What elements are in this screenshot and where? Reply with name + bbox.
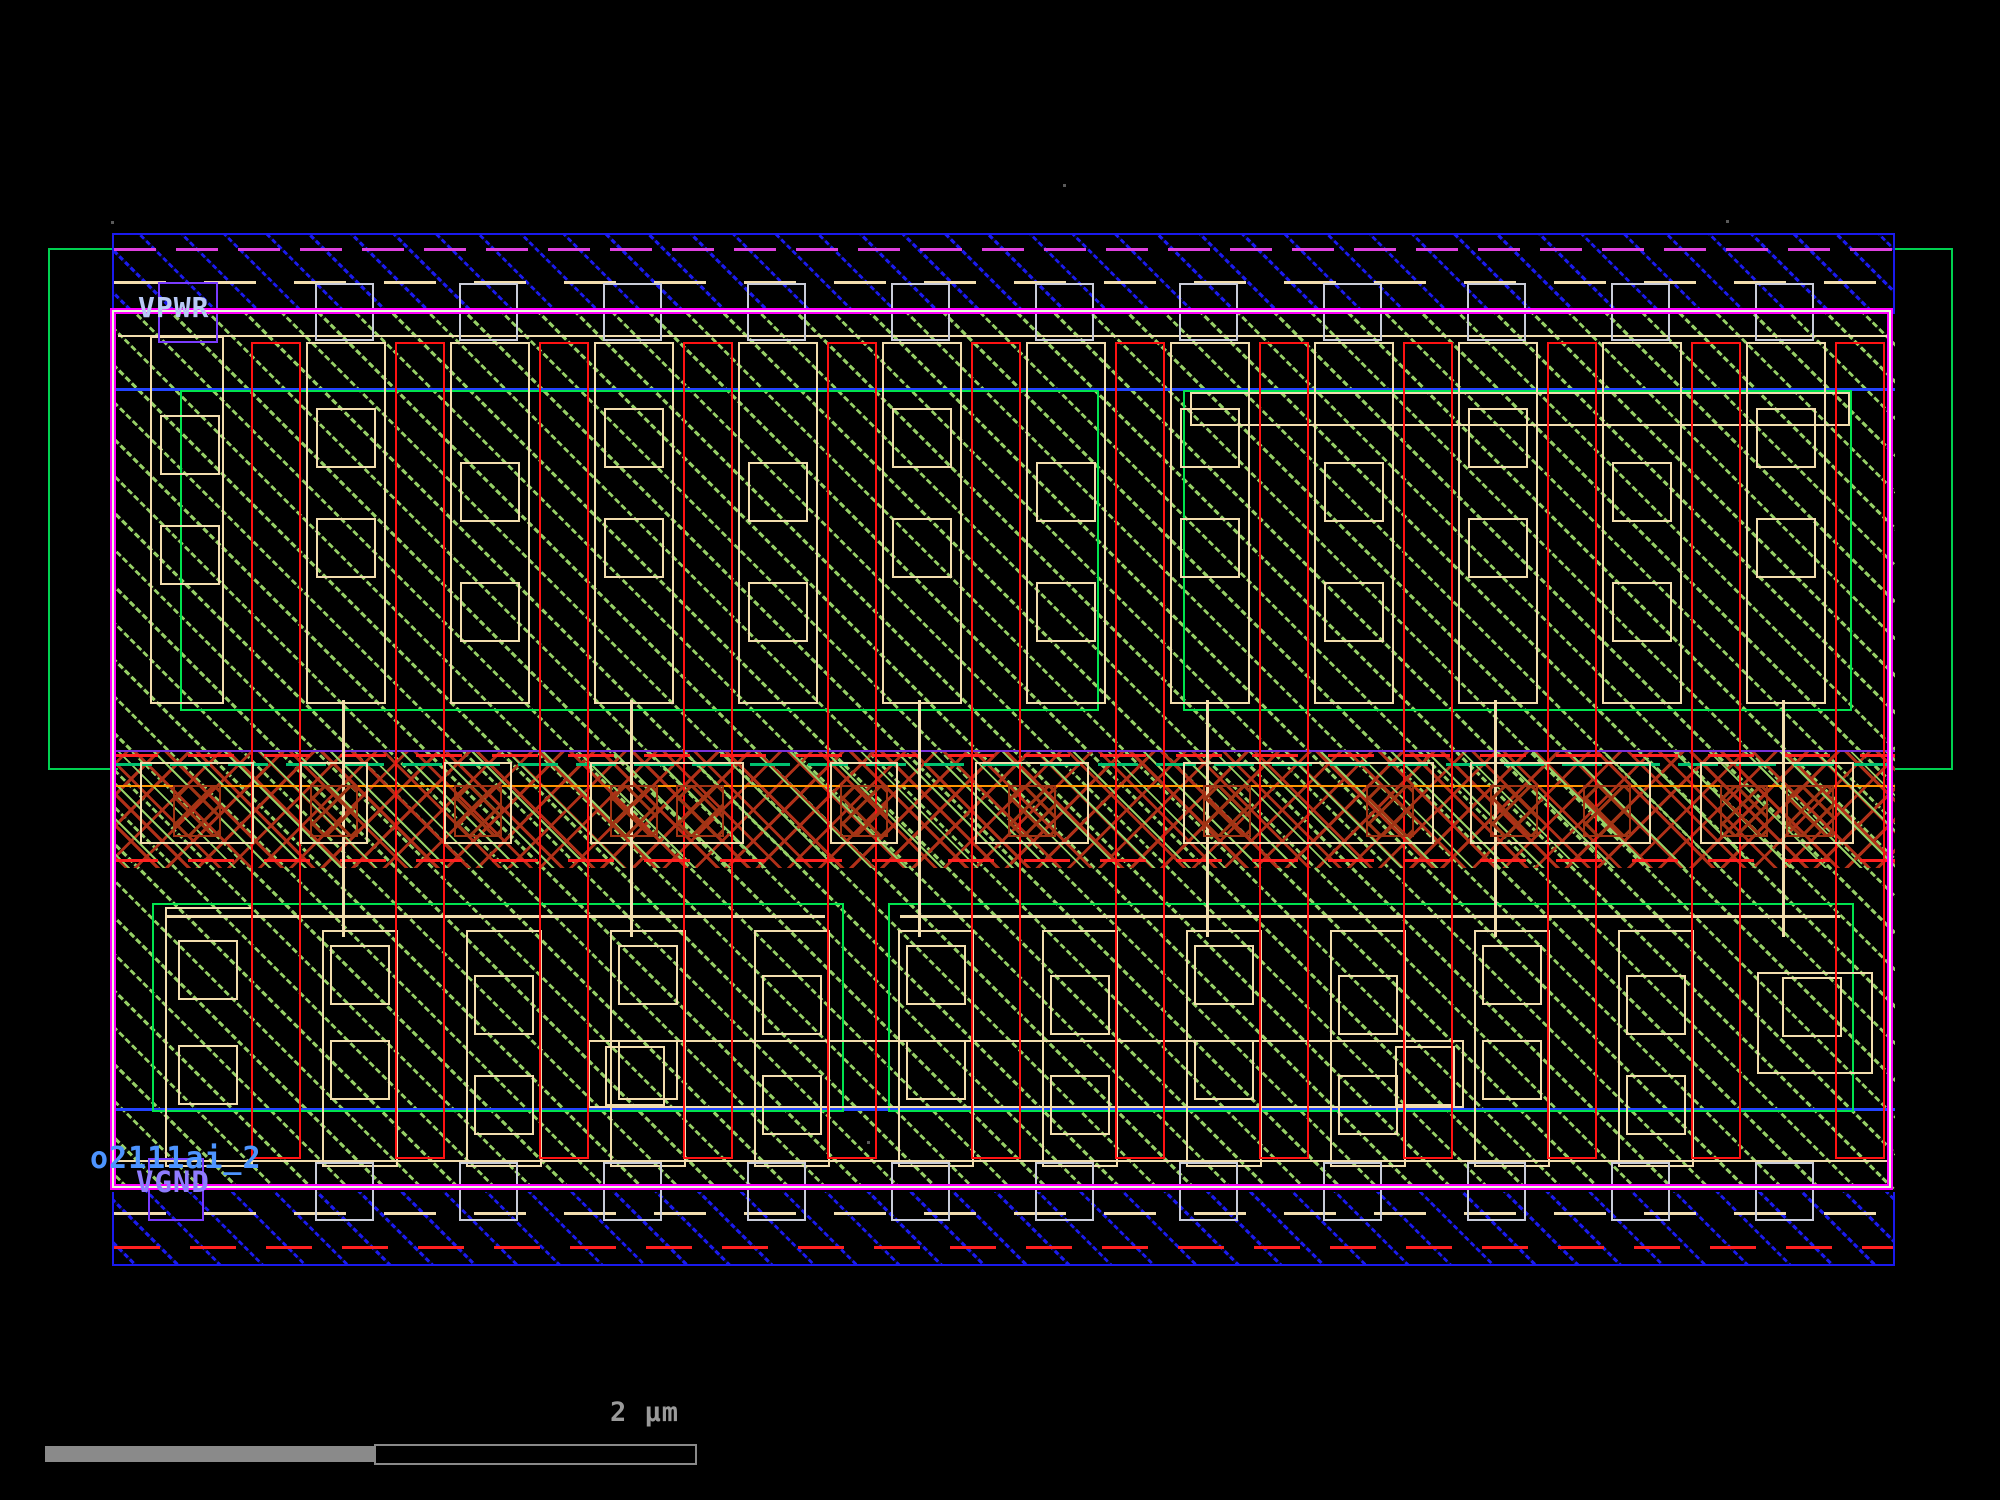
- cell-boundary: [110, 308, 1893, 1190]
- nwell-outline-top-right-stub: [1893, 248, 1953, 250]
- nwell-outline-top-left-stub: [48, 248, 114, 250]
- scale-bar-filled: [45, 1446, 375, 1462]
- nwell-outline-bottom-right-stub: [1889, 768, 1953, 770]
- nwell-outline-bottom-left-stub: [48, 768, 118, 770]
- scale-bar-outline: [374, 1444, 697, 1465]
- nwell-outline-left: [48, 248, 50, 770]
- nwell-outline-right: [1951, 248, 1953, 770]
- vpwr-label: VPWR: [138, 291, 210, 324]
- vgnd-well-dash: [114, 1246, 1893, 1249]
- grid-dot: [1063, 184, 1066, 187]
- grid-dot: [1726, 220, 1729, 223]
- layout-canvas[interactable]: VPWR o2111ai_2 VGND 2 µm: [0, 0, 2000, 1500]
- grid-dot: [867, 1141, 870, 1144]
- grid-dot: [111, 221, 114, 224]
- scale-bar-label: 2 µm: [610, 1397, 680, 1428]
- vgnd-label: VGND: [136, 1165, 210, 1199]
- vpwr-pin-dash: [114, 248, 1893, 251]
